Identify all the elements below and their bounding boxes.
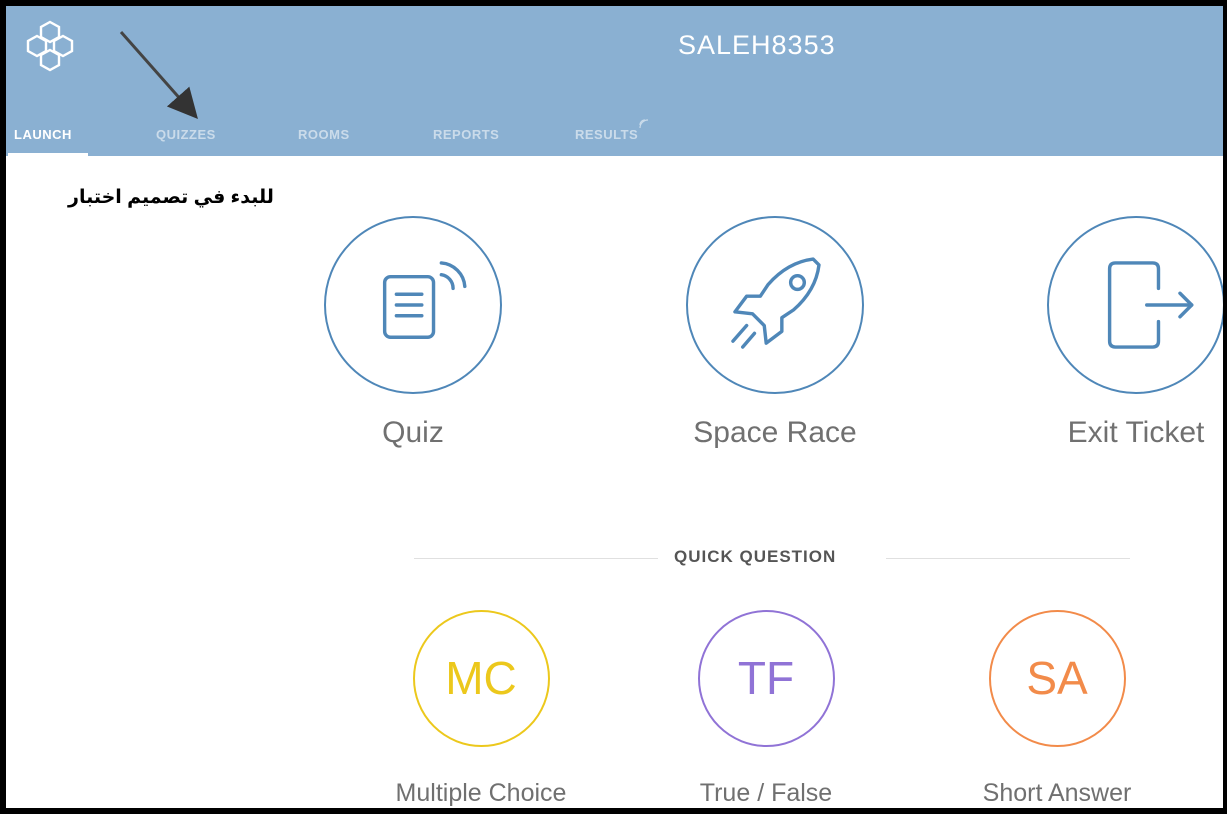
tab-quizzes[interactable]: QUIZZES (156, 124, 216, 156)
tab-reports[interactable]: REPORTS (433, 124, 499, 156)
exit-ticket-circle (1047, 216, 1223, 394)
tab-launch[interactable]: LAUNCH (8, 124, 88, 156)
space-race-circle (686, 216, 864, 394)
main-tabs: LAUNCH QUIZZES ROOMS REPORTS RESULTS (6, 119, 706, 156)
tab-rooms-label: ROOMS (298, 127, 350, 142)
quiz-label: Quiz (382, 416, 444, 449)
rocket-icon (731, 257, 821, 349)
quiz-circle (324, 216, 502, 394)
launch-space-race-button[interactable]: Space Race (665, 216, 885, 450)
quick-question-divider-left (414, 558, 658, 559)
tab-quizzes-label: QUIZZES (156, 127, 216, 142)
quick-question-heading: QUICK QUESTION (674, 547, 837, 566)
space-race-label: Space Race (693, 416, 857, 449)
tab-results-label: RESULTS (575, 127, 639, 142)
app-frame: SALEH8353 LAUNCH QUIZZES ROOMS REPORTS R… (0, 0, 1227, 814)
sa-circle: SA (988, 610, 1126, 747)
tab-reports-label: REPORTS (433, 127, 500, 142)
true-false-label: True / False (699, 779, 833, 807)
true-false-button[interactable]: TF True / False (666, 610, 866, 808)
launch-quiz-button[interactable]: Quiz (303, 216, 523, 450)
mc-circle: MC (412, 610, 550, 747)
launch-exit-ticket-button[interactable]: Exit Ticket (1026, 216, 1223, 450)
pointer-arrow-annotation (119, 31, 198, 119)
room-name-text: SALEH8353 (678, 30, 836, 60)
quiz-icon (382, 261, 467, 339)
short-answer-button[interactable]: SA Short Answer (957, 610, 1157, 808)
multiple-choice-label: Multiple Choice (395, 779, 567, 807)
multiple-choice-button[interactable]: MC Multiple Choice (381, 610, 581, 808)
live-signal-icon (639, 119, 649, 129)
exit-ticket-icon (1107, 261, 1194, 349)
tab-rooms[interactable]: ROOMS (298, 124, 350, 156)
exit-ticket-label: Exit Ticket (1067, 416, 1205, 449)
tf-circle: TF (697, 610, 835, 747)
short-answer-label: Short Answer (982, 779, 1132, 807)
quick-question-divider-right (886, 558, 1130, 559)
tab-results[interactable]: RESULTS (575, 119, 649, 156)
tab-launch-label: LAUNCH (14, 127, 72, 142)
top-navigation-bar: SALEH8353 LAUNCH QUIZZES ROOMS REPORTS R… (6, 6, 1223, 156)
instruction-annotation: للبدء في تصميم اختبار (68, 187, 274, 208)
socrative-logo-icon[interactable] (26, 20, 74, 72)
